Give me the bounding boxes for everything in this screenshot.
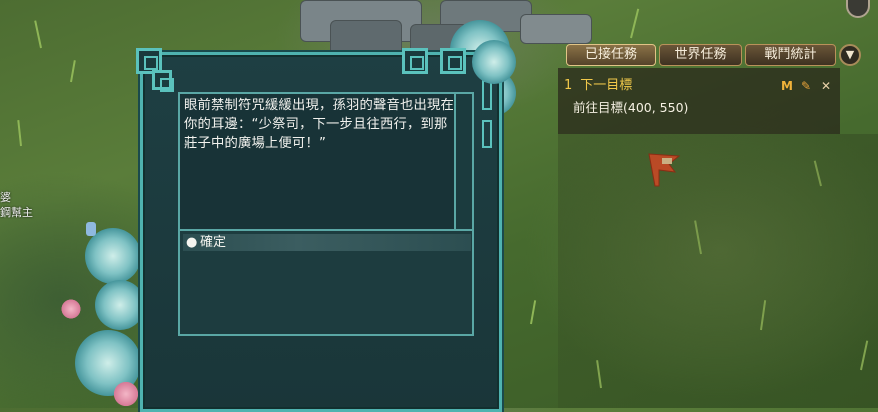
grass-blade — [70, 60, 76, 83]
chevron-down-icon[interactable]: ▼ — [839, 44, 861, 66]
npc-name-line: 婆 — [0, 191, 11, 204]
map-marker-icon[interactable]: M — [781, 79, 793, 93]
quest-target-link[interactable]: 前往目標(400, 550) — [573, 99, 688, 116]
lotus-flower — [95, 280, 145, 330]
dialog-text-panel-side — [456, 92, 474, 234]
quest-index: 1 — [564, 78, 573, 93]
quest-tracker-shade — [558, 134, 878, 408]
corner-ornament — [152, 70, 174, 92]
lotus-flower — [112, 380, 140, 408]
side-ornament — [482, 120, 492, 148]
choice-label: 確定 — [200, 235, 227, 250]
lotus-flower — [85, 228, 141, 284]
npc-title-line: 鋼幫主 — [0, 206, 33, 219]
grass-blade — [530, 300, 537, 325]
tab-accepted-quests[interactable]: 已接任務 — [566, 44, 656, 66]
jade-flower-ornament — [472, 40, 516, 84]
lotus-flower — [60, 298, 82, 320]
corner-ornament — [440, 48, 466, 74]
dialog-choice-confirm[interactable]: ● 確定 — [183, 234, 471, 251]
npc-sprite-icon[interactable] — [86, 222, 96, 236]
dialog-story-text: 眼前禁制符咒緩緩出現，孫羽的聲音也出現在你的耳邊：“少祭司，下一步且往西行，到那… — [184, 98, 454, 151]
tab-world-quests[interactable]: 世界任務 — [659, 44, 742, 66]
choice-bullet-icon: ● — [186, 235, 198, 250]
auto-path-icon[interactable]: ✎ — [801, 79, 811, 93]
grass-blade — [630, 8, 640, 39]
side-ornament — [482, 80, 492, 110]
npc-name-label[interactable]: 婆 鋼幫主 — [0, 190, 33, 220]
quest-title[interactable]: 1 下一目標 — [564, 77, 632, 94]
stone-rubble — [520, 14, 592, 44]
tab-battle-stats[interactable]: 戰鬥統計 — [745, 44, 836, 66]
quest-name: 下一目標 — [580, 78, 633, 93]
close-icon[interactable]: ✕ — [821, 79, 831, 93]
grass-blade — [34, 20, 42, 49]
grass-blade — [17, 120, 22, 147]
corner-ornament — [402, 48, 428, 74]
